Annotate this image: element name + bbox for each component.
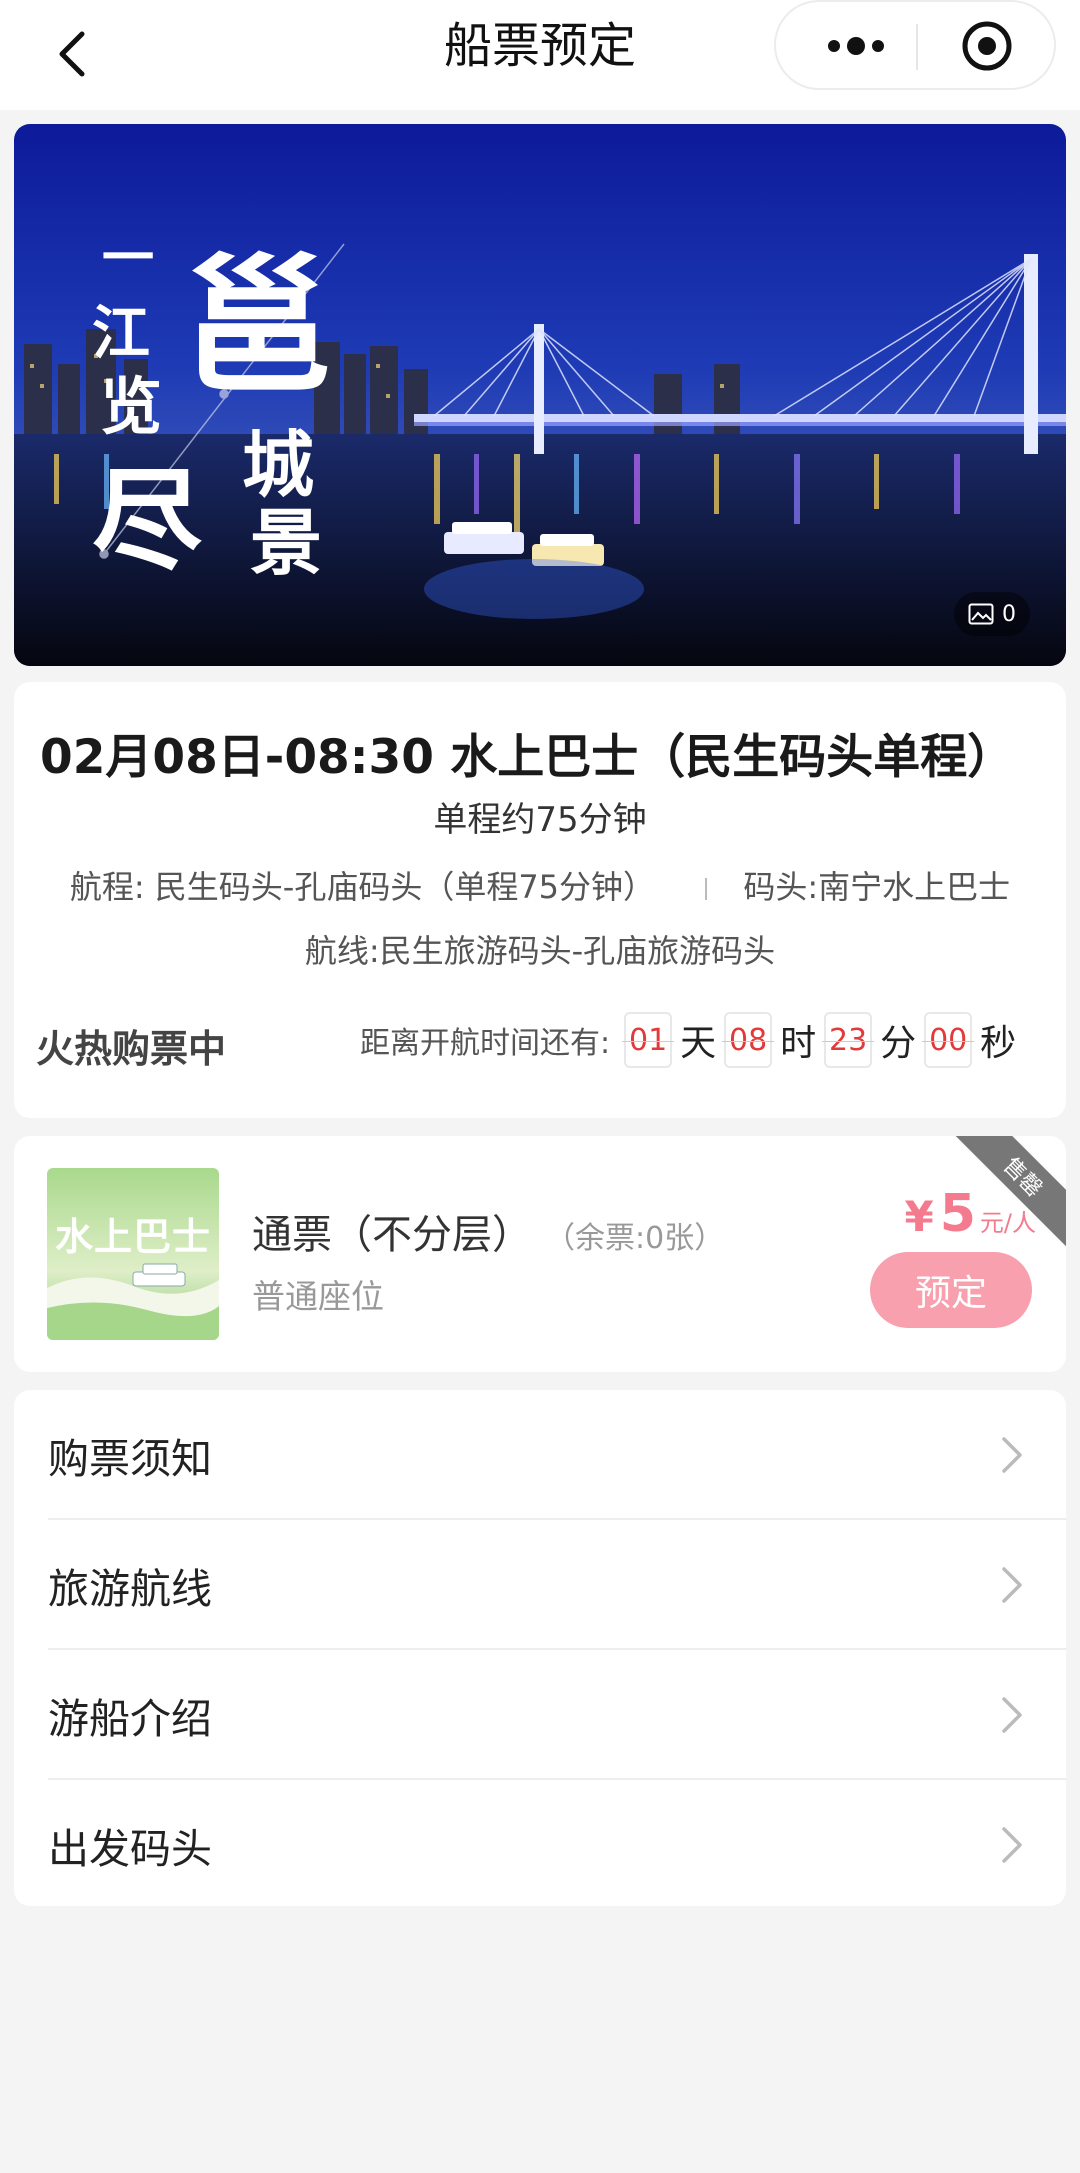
departure-countdown: 距离开航时间还有: 01 天 08 时 23 分 00 秒: [360, 1012, 1024, 1068]
menu-item-tour-route[interactable]: 旅游航线: [48, 1520, 1044, 1650]
price-currency: ¥: [904, 1192, 934, 1241]
ticket-seat-type: 普通座位: [252, 1277, 384, 1316]
hero-banner[interactable]: 一 江 览 尽 邕 城 景 0: [14, 124, 1066, 666]
top-nav-bar: 船票预定: [0, 0, 1080, 110]
photo-count-badge[interactable]: 0: [954, 592, 1030, 636]
thumbnail-text: 水上巴士: [54, 1215, 211, 1259]
info-menu-card: 购票须知 旅游航线 游船介绍 出发码头: [14, 1390, 1066, 1906]
menu-item-label: 旅游航线: [48, 1565, 212, 1613]
menu-item-cruise-intro[interactable]: 游船介绍: [48, 1650, 1044, 1780]
price-value: 5: [939, 1184, 976, 1244]
countdown-seconds: 00: [922, 1012, 975, 1068]
calligraphy-logo: 一 江 览 尽 邕 城 景: [92, 228, 333, 585]
countdown-minutes: 23: [822, 1012, 875, 1068]
trip-route-row: 航程: 民生码头-孔庙码头（单程75分钟） 码头:南宁水上巴士: [14, 862, 1066, 908]
ticket-name: 通票（不分层）: [252, 1212, 532, 1258]
countdown-minutes-unit: 分: [880, 1023, 917, 1064]
image-icon: [968, 603, 994, 625]
countdown-hours-unit: 时: [780, 1023, 817, 1064]
countdown-label: 距离开航时间还有:: [360, 1026, 611, 1061]
countdown-hours: 08: [722, 1012, 775, 1068]
menu-item-purchase-notice[interactable]: 购票须知: [48, 1390, 1044, 1520]
chevron-right-icon: [1002, 1567, 1022, 1603]
ticket-remaining: （余票:0张）: [560, 1221, 725, 1256]
ticket-name-row: 通票（不分层） （余票:0张）: [252, 1202, 724, 1260]
trip-duration: 单程约75分钟: [433, 800, 647, 840]
menu-item-label: 出发码头: [48, 1825, 212, 1873]
trip-line: 航线:民生旅游码头-孔庙旅游码头: [304, 932, 776, 970]
more-dots-icon: [828, 37, 884, 55]
trip-info-card: 02月08日-08:30 水上巴士（民生码头单程） 单程约75分钟 航程: 民生…: [14, 682, 1066, 1118]
chevron-right-icon: [1002, 1697, 1022, 1733]
trip-pier: 码头:南宁水上巴士: [743, 868, 1011, 906]
mini-program-capsule: [774, 0, 1056, 90]
trip-route: 航程: 民生码头-孔庙码头（单程75分钟）: [69, 868, 656, 906]
target-close-icon: [962, 21, 1012, 71]
more-button[interactable]: [806, 14, 906, 78]
sale-status: 火热购票中: [36, 1027, 227, 1071]
book-button[interactable]: 预定: [870, 1252, 1032, 1328]
menu-item-label: 游船介绍: [48, 1695, 212, 1743]
trip-title: 02月08日-08:30 水上巴士（民生码头单程）: [40, 730, 1015, 785]
countdown-days: 01: [622, 1012, 675, 1068]
ticket-card: 水上巴士 通票（不分层） （余票:0张） 普通座位 ¥5 元/人 预定 售罄: [14, 1136, 1066, 1372]
countdown-days-unit: 天: [680, 1023, 717, 1064]
ticket-thumbnail: 水上巴士: [47, 1168, 219, 1340]
menu-item-label: 购票须知: [48, 1435, 212, 1483]
price-unit: 元/人: [979, 1209, 1036, 1237]
close-mini-program-button[interactable]: [942, 14, 1032, 78]
chevron-right-icon: [1002, 1827, 1022, 1863]
menu-item-departure-pier[interactable]: 出发码头: [48, 1780, 1044, 1910]
capsule-divider: [916, 24, 918, 70]
route-separator: [705, 878, 708, 900]
countdown-seconds-unit: 秒: [980, 1023, 1017, 1064]
photo-count-value: 0: [1002, 601, 1016, 627]
chevron-right-icon: [1002, 1437, 1022, 1473]
